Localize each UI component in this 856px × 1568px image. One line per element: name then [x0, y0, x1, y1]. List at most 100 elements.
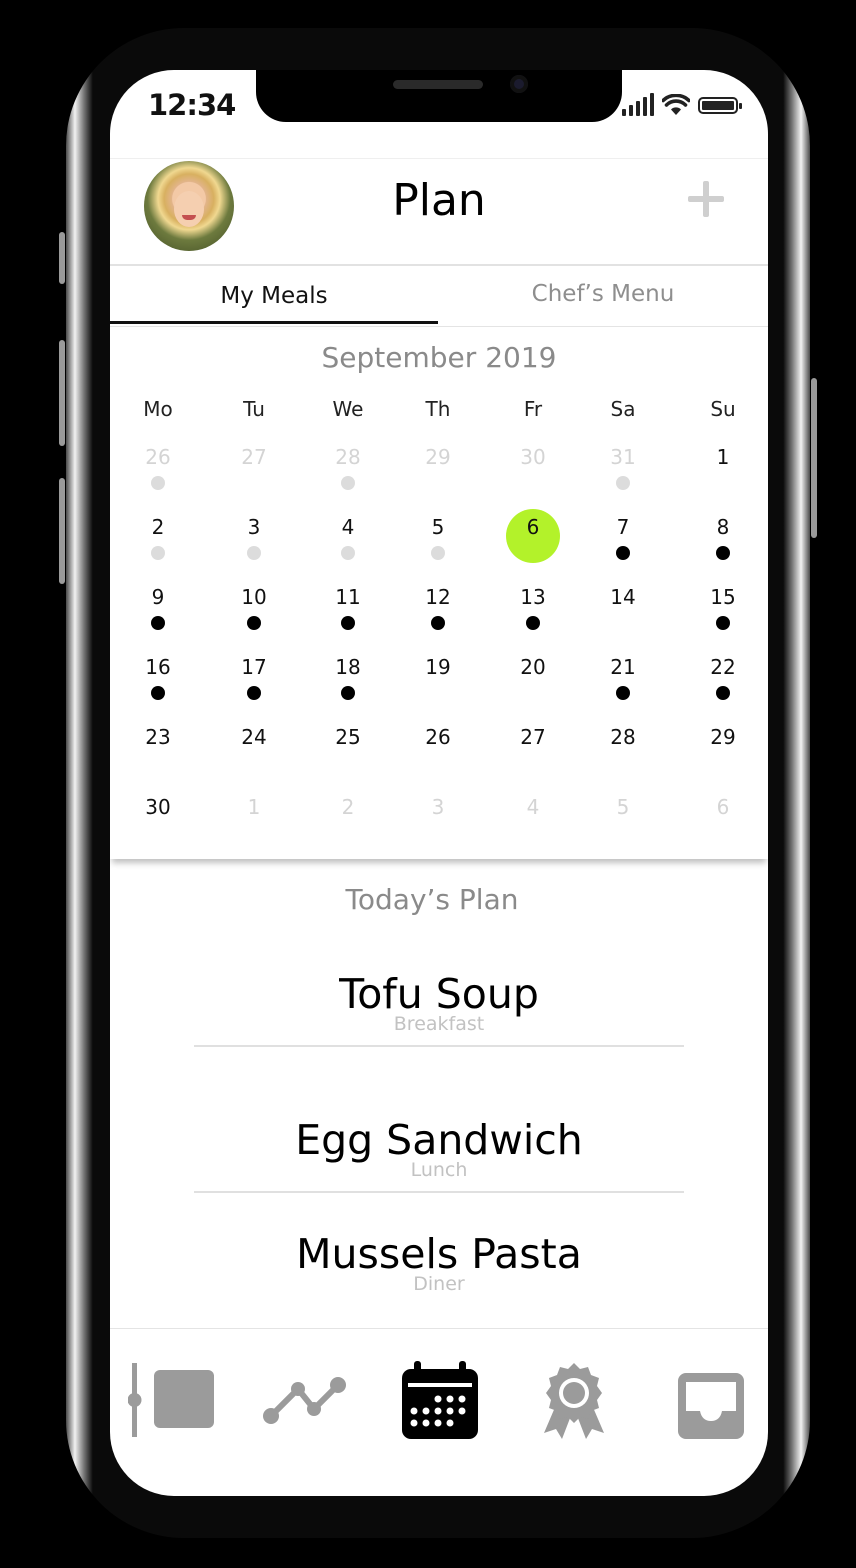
calendar-day[interactable]: 30: [503, 445, 563, 469]
meal-past-dot: [341, 546, 355, 560]
calendar-day[interactable]: 23: [128, 725, 188, 749]
calendar-day[interactable]: 9: [128, 585, 188, 609]
meal-item-lunch[interactable]: Egg Sandwich Lunch: [194, 1116, 684, 1180]
calendar-day[interactable]: 26: [128, 445, 188, 469]
speaker-grille: [393, 80, 483, 89]
header: Plan: [110, 158, 768, 266]
calendar-day[interactable]: 4: [318, 515, 378, 539]
calendar-day[interactable]: 2: [128, 515, 188, 539]
status-time: 12:34: [148, 88, 236, 122]
meal-divider: [194, 1191, 684, 1193]
meal-past-dot: [431, 546, 445, 560]
segment-tabs: My Meals Chef’s Menu: [110, 263, 768, 327]
calendar-day[interactable]: 20: [503, 655, 563, 679]
meal-name: Egg Sandwich: [295, 1116, 583, 1164]
calendar-day[interactable]: 1: [224, 795, 284, 819]
weekday-label: Sa: [610, 397, 636, 421]
calendar-day[interactable]: 17: [224, 655, 284, 679]
weekday-label: Tu: [243, 397, 265, 421]
bottom-tab-bar: [110, 1328, 768, 1496]
meal-planned-dot: [431, 616, 445, 630]
calendar-day[interactable]: 4: [503, 795, 563, 819]
meal-name: Tofu Soup: [339, 970, 539, 1018]
meal-past-dot: [341, 476, 355, 490]
calendar-day[interactable]: 26: [408, 725, 468, 749]
calendar-day[interactable]: 18: [318, 655, 378, 679]
calendar-day[interactable]: 27: [224, 445, 284, 469]
calendar-day[interactable]: 13: [503, 585, 563, 609]
meal-name: Mussels Pasta: [296, 1230, 582, 1278]
wifi-icon: [662, 94, 690, 115]
mute-switch: [59, 232, 65, 284]
calendar-day[interactable]: 11: [318, 585, 378, 609]
page-title: Plan: [392, 175, 486, 226]
meal-divider: [194, 1045, 684, 1047]
screen: 12:34 Plan My Meals Chef’s Menu Septembe…: [110, 70, 768, 1496]
calendar-day[interactable]: 3: [224, 515, 284, 539]
meal-planned-dot: [716, 546, 730, 560]
month-label: September 2019: [321, 341, 557, 374]
weekday-label: Th: [425, 397, 451, 421]
meal-planned-dot: [616, 546, 630, 560]
dashboard-icon[interactable]: [128, 1363, 216, 1437]
plus-icon[interactable]: [688, 181, 724, 217]
front-camera: [510, 75, 528, 93]
meal-planned-dot: [151, 686, 165, 700]
calendar-day[interactable]: 1: [693, 445, 753, 469]
calendar-day[interactable]: 5: [408, 515, 468, 539]
meal-planned-dot: [341, 616, 355, 630]
calendar-day[interactable]: 15: [693, 585, 753, 609]
calendar-day[interactable]: 12: [408, 585, 468, 609]
calendar-day[interactable]: 30: [128, 795, 188, 819]
calendar-day[interactable]: 22: [693, 655, 753, 679]
calendar-day[interactable]: 16: [128, 655, 188, 679]
meal-past-dot: [151, 546, 165, 560]
calendar-day[interactable]: 27: [503, 725, 563, 749]
calendar-day[interactable]: 7: [593, 515, 653, 539]
calendar-day[interactable]: 19: [408, 655, 468, 679]
calendar-day[interactable]: 10: [224, 585, 284, 609]
meal-planned-dot: [716, 616, 730, 630]
battery-icon: [698, 97, 742, 114]
calendar-day[interactable]: 6: [693, 795, 753, 819]
calendar-day[interactable]: 31: [593, 445, 653, 469]
calendar-day[interactable]: 25: [318, 725, 378, 749]
award-ribbon-icon[interactable]: [542, 1361, 606, 1441]
meal-past-dot: [151, 476, 165, 490]
calendar-day[interactable]: 21: [593, 655, 653, 679]
meal-planned-dot: [247, 686, 261, 700]
meal-planned-dot: [616, 686, 630, 700]
cellular-signal-icon: [622, 93, 654, 116]
calendar-day[interactable]: 5: [593, 795, 653, 819]
weekday-label: Su: [710, 397, 736, 421]
calendar-day[interactable]: 29: [693, 725, 753, 749]
inbox-icon[interactable]: [676, 1371, 746, 1441]
calendar-day[interactable]: 28: [593, 725, 653, 749]
calendar-day[interactable]: 28: [318, 445, 378, 469]
meal-type: Breakfast: [393, 1013, 485, 1035]
meal-planned-dot: [526, 616, 540, 630]
meal-past-dot: [616, 476, 630, 490]
calendar-day[interactable]: 2: [318, 795, 378, 819]
meal-type: Lunch: [410, 1159, 468, 1181]
progress-chart-icon[interactable]: [262, 1373, 346, 1425]
weekday-label: We: [332, 397, 364, 421]
power-button: [811, 378, 817, 538]
calendar-day[interactable]: 14: [593, 585, 653, 609]
volume-down-button: [59, 478, 65, 584]
tab-chefs-menu[interactable]: Chef’s Menu: [438, 281, 768, 307]
calendar-day[interactable]: 24: [224, 725, 284, 749]
calendar-day[interactable]: 29: [408, 445, 468, 469]
month-calendar: September 2019 Mo Tu We Th Fr Sa Su 26 27 28 29 30 3…: [110, 327, 768, 859]
meal-item-breakfast[interactable]: Tofu Soup Breakfast: [194, 970, 684, 1034]
calendar-day-selected[interactable]: 6: [503, 515, 563, 539]
calendar-day[interactable]: 8: [693, 515, 753, 539]
active-tab-indicator: [110, 321, 438, 324]
calendar-day[interactable]: 3: [408, 795, 468, 819]
calendar-icon[interactable]: [400, 1359, 480, 1441]
meal-item-dinner[interactable]: Mussels Pasta Diner: [194, 1230, 684, 1294]
tab-my-meals[interactable]: My Meals: [110, 283, 438, 309]
meal-past-dot: [247, 546, 261, 560]
meal-planned-dot: [341, 686, 355, 700]
todays-plan-title: Today’s Plan: [345, 883, 519, 916]
